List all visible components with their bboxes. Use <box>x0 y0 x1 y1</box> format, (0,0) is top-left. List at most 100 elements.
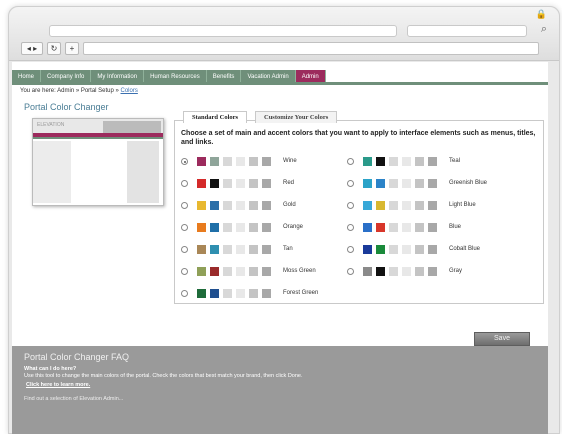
color-option-label: Moss Green <box>283 268 316 274</box>
color-swatch <box>415 179 424 188</box>
color-option[interactable]: Greenish Blue <box>347 179 517 189</box>
color-swatch <box>415 245 424 254</box>
color-swatch <box>402 223 411 232</box>
title-field[interactable] <box>49 25 397 37</box>
color-swatch <box>363 267 372 276</box>
color-radio[interactable] <box>181 180 188 187</box>
color-option[interactable]: Blue <box>347 223 517 233</box>
back-forward-button[interactable]: ◂ ▸ <box>21 42 43 55</box>
color-radio[interactable] <box>181 268 188 275</box>
faq-answer: Use this tool to change the main colors … <box>24 373 303 379</box>
color-swatch <box>389 201 398 210</box>
color-option[interactable]: Light Blue <box>347 201 517 211</box>
color-swatch <box>210 179 219 188</box>
color-swatch <box>249 223 258 232</box>
color-radio[interactable] <box>181 246 188 253</box>
color-option[interactable]: Orange <box>181 223 351 233</box>
color-radio[interactable] <box>347 202 354 209</box>
tab-standard-colors[interactable]: Standard Colors <box>183 111 248 123</box>
tab-customize-colors[interactable]: Customize Your Colors <box>255 111 338 123</box>
color-option[interactable]: Teal <box>347 157 517 167</box>
search-icon[interactable]: ⌕ <box>541 23 547 36</box>
color-swatch <box>262 201 271 210</box>
color-swatch <box>197 157 206 166</box>
color-radio[interactable] <box>347 246 354 253</box>
color-swatch <box>376 267 385 276</box>
color-swatch <box>363 245 372 254</box>
color-option-label: Wine <box>283 158 297 164</box>
color-swatch <box>210 267 219 276</box>
color-swatch <box>376 245 385 254</box>
color-option-label: Forest Green <box>283 290 319 296</box>
color-swatch <box>236 245 245 254</box>
color-swatch <box>236 289 245 298</box>
color-option-label: Cobalt Blue <box>449 246 481 252</box>
color-radio[interactable] <box>181 224 188 231</box>
color-radio[interactable] <box>347 158 354 165</box>
color-radio[interactable] <box>181 202 188 209</box>
portal-page: Home Company Info My Information Human Reso… <box>12 62 548 434</box>
color-swatch <box>197 179 206 188</box>
color-swatch <box>402 267 411 276</box>
screen: 🔒 ⌕ ◂ ▸ ↻ + Home Company Info My Informati… <box>0 0 562 434</box>
color-swatch <box>428 223 437 232</box>
search-field[interactable] <box>407 25 527 37</box>
color-swatch <box>223 267 232 276</box>
color-swatch <box>262 267 271 276</box>
color-option-label: Blue <box>449 224 462 230</box>
breadcrumb-current[interactable]: Colors <box>121 88 138 94</box>
color-swatch <box>197 245 206 254</box>
color-swatch <box>415 267 424 276</box>
color-option-label: Red <box>283 180 295 186</box>
color-option[interactable]: Tan <box>181 245 351 255</box>
color-swatch <box>262 157 271 166</box>
color-option-label: Gold <box>283 202 296 208</box>
color-swatch <box>249 267 258 276</box>
panel-instructions: Choose a set of main and accent colors t… <box>181 130 536 146</box>
color-swatch <box>223 289 232 298</box>
faq-learn-more-link[interactable]: Click here to learn more. <box>26 382 90 388</box>
nav-underline <box>12 82 548 85</box>
color-swatch <box>389 179 398 188</box>
color-swatch <box>236 179 245 188</box>
color-option[interactable]: Forest Green <box>181 289 351 299</box>
color-radio[interactable] <box>347 268 354 275</box>
color-radio[interactable] <box>347 180 354 187</box>
color-swatch <box>197 223 206 232</box>
preview-rightbar <box>127 141 159 203</box>
color-swatch <box>197 201 206 210</box>
color-swatch <box>402 201 411 210</box>
color-swatch <box>376 179 385 188</box>
color-radio[interactable] <box>181 158 188 165</box>
color-swatch <box>363 157 372 166</box>
color-swatch <box>428 179 437 188</box>
color-swatch <box>223 245 232 254</box>
reload-button[interactable]: ↻ <box>47 42 61 55</box>
color-option[interactable]: Cobalt Blue <box>347 245 517 255</box>
address-bar[interactable] <box>83 42 539 55</box>
color-swatch <box>210 157 219 166</box>
color-option[interactable]: Moss Green <box>181 267 351 277</box>
color-swatch <box>402 245 411 254</box>
preview-banner-image <box>103 121 161 133</box>
new-tab-button[interactable]: + <box>65 42 79 55</box>
color-swatch <box>262 179 271 188</box>
color-radio[interactable] <box>181 290 188 297</box>
color-swatch <box>389 223 398 232</box>
preview-accent-bar <box>33 137 163 139</box>
preview-logo: ELEVATION <box>37 122 65 128</box>
color-option[interactable]: Gold <box>181 201 351 211</box>
color-swatch <box>262 245 271 254</box>
color-option[interactable]: Gray <box>347 267 517 277</box>
breadcrumb-path: You are here: Admin » Portal Setup » <box>20 88 121 94</box>
color-option[interactable]: Wine <box>181 157 351 167</box>
color-swatch <box>249 179 258 188</box>
color-swatch <box>415 157 424 166</box>
color-swatch <box>223 201 232 210</box>
color-swatch <box>223 157 232 166</box>
color-swatch <box>197 267 206 276</box>
color-option[interactable]: Red <box>181 179 351 189</box>
color-swatch <box>236 267 245 276</box>
color-radio[interactable] <box>347 224 354 231</box>
save-button[interactable]: Save <box>474 332 530 346</box>
